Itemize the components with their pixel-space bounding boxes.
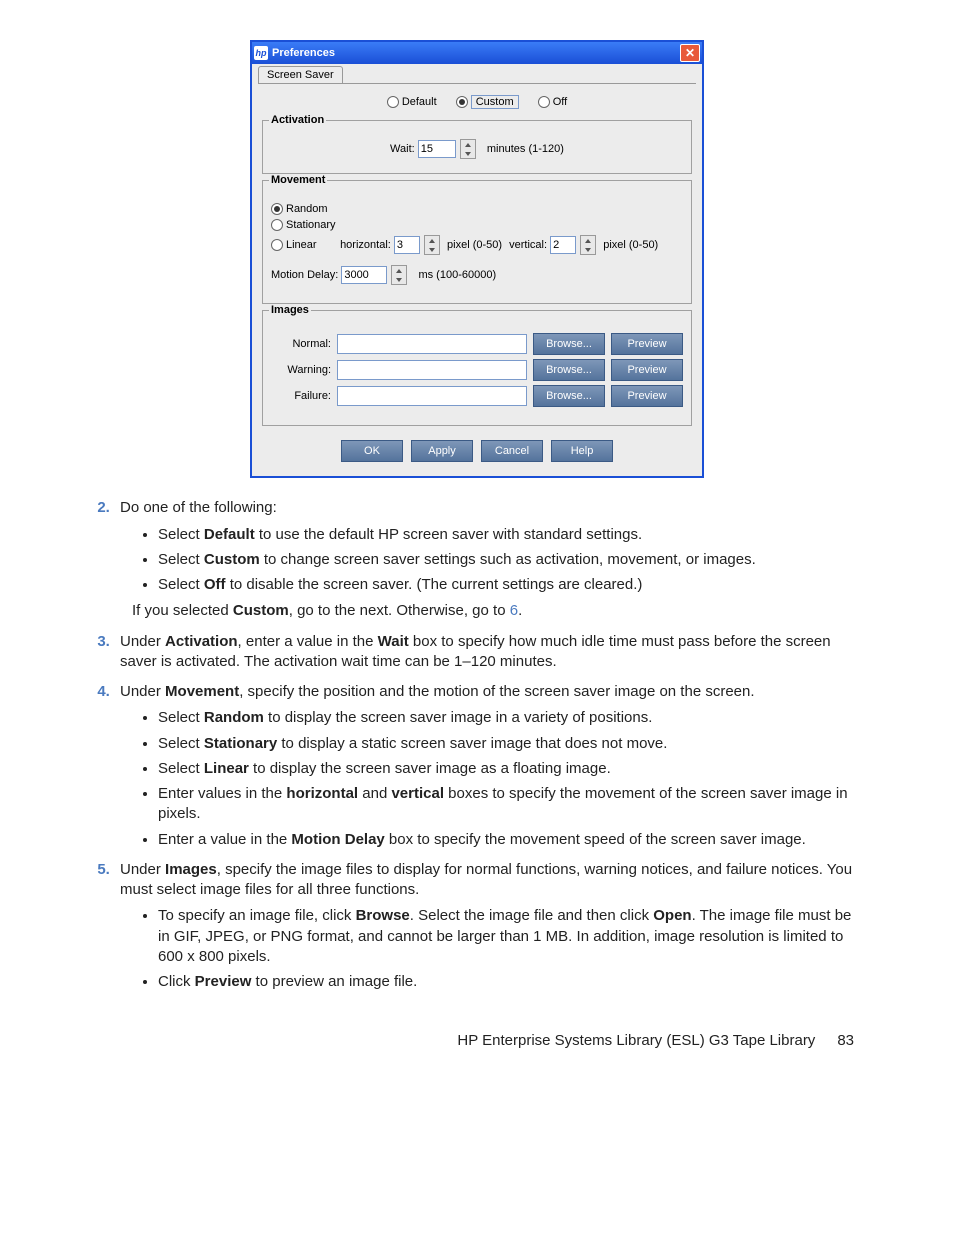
spinner-down-icon[interactable] [581, 245, 595, 254]
image-failure-label: Failure: [271, 390, 331, 402]
motion-delay-label: Motion Delay: [271, 269, 338, 281]
window-title: Preferences [272, 47, 680, 59]
image-warning-input[interactable] [337, 360, 527, 380]
radio-stationary[interactable]: Stationary [271, 219, 336, 231]
image-row-warning: Warning: Browse... Preview [271, 359, 683, 381]
wait-spinner[interactable] [460, 139, 476, 159]
list-item: Select Off to disable the screen saver. … [158, 575, 864, 595]
close-icon[interactable]: ✕ [680, 44, 700, 62]
preferences-window: hp Preferences ✕ Screen Saver Default Cu… [250, 40, 704, 478]
apply-button[interactable]: Apply [411, 440, 473, 462]
browse-button[interactable]: Browse... [533, 333, 605, 355]
list-item: Select Custom to change screen saver set… [158, 550, 864, 570]
step-4: Under Movement, specify the position and… [114, 682, 864, 850]
radio-default-label: Default [402, 96, 437, 108]
vertical-hint: pixel (0-50) [603, 239, 658, 251]
activation-group: Activation Wait: minutes (1-120) [262, 120, 692, 174]
step-2-lead: Do one of the following: [120, 499, 277, 516]
list-item: Click Preview to preview an image file. [158, 972, 864, 992]
image-failure-input[interactable] [337, 386, 527, 406]
radio-random[interactable]: Random [271, 203, 328, 215]
list-item: Select Default to use the default HP scr… [158, 525, 864, 545]
wait-input[interactable] [418, 140, 456, 158]
list-item: Select Random to display the screen save… [158, 708, 864, 728]
spinner-up-icon[interactable] [581, 236, 595, 245]
image-row-failure: Failure: Browse... Preview [271, 385, 683, 407]
motion-delay-input[interactable] [341, 266, 387, 284]
spinner-down-icon[interactable] [425, 245, 439, 254]
ok-button[interactable]: OK [341, 440, 403, 462]
wait-label: Wait: [390, 143, 415, 155]
spinner-down-icon[interactable] [461, 149, 475, 158]
radio-custom[interactable]: Custom [456, 96, 519, 108]
preview-button[interactable]: Preview [611, 333, 683, 355]
footer-title: HP Enterprise Systems Library (ESL) G3 T… [457, 1032, 815, 1049]
radio-linear-label: Linear [286, 239, 317, 251]
list-item: Enter a value in the Motion Delay box to… [158, 830, 864, 850]
step-2-after: If you selected Custom, go to the next. … [132, 601, 864, 621]
window-titlebar: hp Preferences ✕ [252, 42, 702, 64]
motion-delay-spinner[interactable] [391, 265, 407, 285]
instruction-list: Do one of the following: Select Default … [90, 498, 864, 992]
list-item: Select Linear to display the screen save… [158, 759, 864, 779]
images-group: Images Normal: Browse... Preview Warning… [262, 310, 692, 426]
vertical-label: vertical: [509, 239, 547, 251]
mode-radio-row: Default Custom Off [262, 90, 692, 114]
dialog-button-row: OK Apply Cancel Help [262, 432, 692, 464]
preview-button[interactable]: Preview [611, 359, 683, 381]
spinner-up-icon[interactable] [392, 266, 406, 275]
images-legend: Images [269, 304, 311, 316]
image-normal-label: Normal: [271, 338, 331, 350]
spinner-up-icon[interactable] [461, 140, 475, 149]
hp-logo-icon: hp [254, 46, 268, 60]
tab-screen-saver[interactable]: Screen Saver [258, 66, 343, 83]
radio-default[interactable]: Default [387, 96, 437, 108]
horizontal-label: horizontal: [340, 239, 391, 251]
list-item: Enter values in the horizontal and verti… [158, 784, 864, 825]
help-button[interactable]: Help [551, 440, 613, 462]
step-2: Do one of the following: Select Default … [114, 498, 864, 621]
activation-legend: Activation [269, 114, 326, 126]
image-warning-label: Warning: [271, 364, 331, 376]
tab-strip: Screen Saver [252, 64, 702, 83]
spinner-up-icon[interactable] [425, 236, 439, 245]
step-3: Under Activation, enter a value in the W… [114, 632, 864, 673]
radio-linear[interactable]: Linear [271, 239, 337, 251]
radio-random-label: Random [286, 203, 328, 215]
step-5: Under Images, specify the image files to… [114, 860, 864, 993]
page-footer: HP Enterprise Systems Library (ESL) G3 T… [90, 1032, 864, 1049]
radio-off[interactable]: Off [538, 96, 567, 108]
spinner-down-icon[interactable] [392, 275, 406, 284]
radio-off-label: Off [553, 96, 567, 108]
list-item: Select Stationary to display a static sc… [158, 734, 864, 754]
horizontal-spinner[interactable] [424, 235, 440, 255]
link-step-6[interactable]: 6 [510, 602, 518, 619]
image-normal-input[interactable] [337, 334, 527, 354]
horizontal-input[interactable] [394, 236, 420, 254]
preview-button[interactable]: Preview [611, 385, 683, 407]
movement-group: Movement Random Stationary Linear horizo… [262, 180, 692, 304]
vertical-spinner[interactable] [580, 235, 596, 255]
browse-button[interactable]: Browse... [533, 385, 605, 407]
browse-button[interactable]: Browse... [533, 359, 605, 381]
motion-delay-hint: ms (100-60000) [418, 269, 496, 281]
wait-hint: minutes (1-120) [487, 143, 564, 155]
list-item: To specify an image file, click Browse. … [158, 906, 864, 967]
movement-legend: Movement [269, 174, 327, 186]
cancel-button[interactable]: Cancel [481, 440, 543, 462]
horizontal-hint: pixel (0-50) [447, 239, 502, 251]
image-row-normal: Normal: Browse... Preview [271, 333, 683, 355]
radio-stationary-label: Stationary [286, 219, 336, 231]
page-number: 83 [837, 1032, 854, 1049]
radio-custom-label: Custom [471, 95, 519, 109]
vertical-input[interactable] [550, 236, 576, 254]
